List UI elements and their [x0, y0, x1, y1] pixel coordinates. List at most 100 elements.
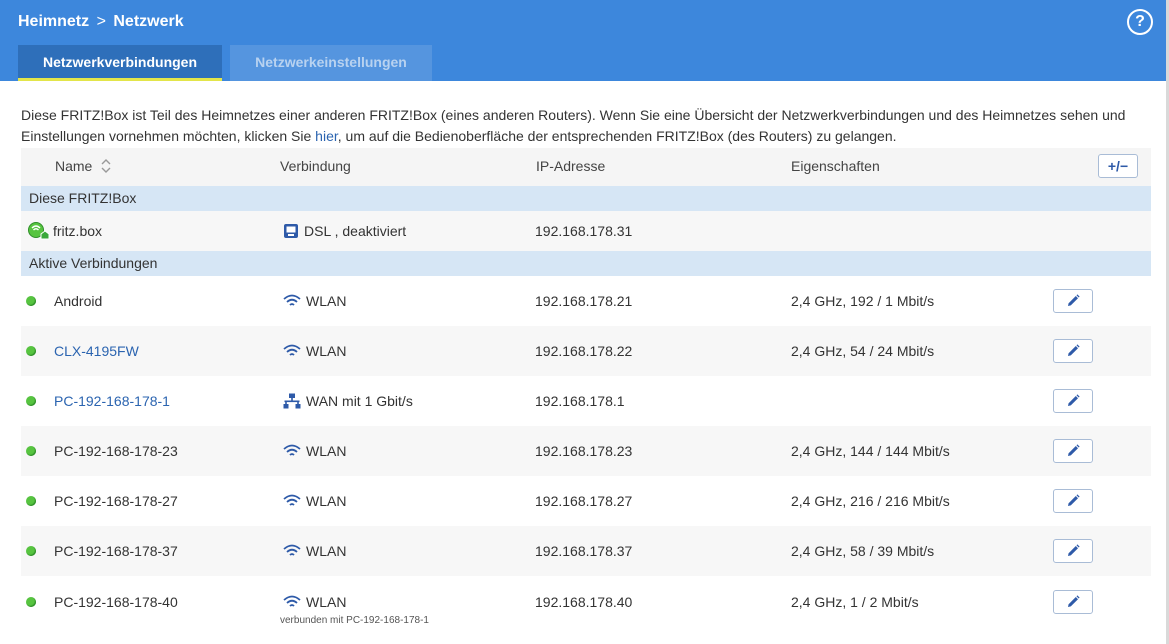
table-row: PC-192-168-178-40 WLAN 192.168.178.40 2,4 G…	[21, 576, 1151, 627]
help-icon[interactable]: ?	[1127, 9, 1153, 35]
online-status-icon	[26, 296, 36, 306]
sort-icon[interactable]	[100, 158, 112, 177]
device-ip: 192.168.178.37	[535, 543, 633, 559]
device-ip: 192.168.178.23	[535, 443, 633, 459]
table-row: PC-192-168-178-23 WLAN 192.168.178.23 2,4 G…	[21, 426, 1151, 476]
device-name: PC-192-168-178-27	[54, 493, 178, 509]
device-connection: WLAN	[283, 476, 346, 526]
status-dot	[26, 326, 40, 376]
device-properties: 2,4 GHz, 192 / 1 Mbit/s	[791, 293, 935, 309]
edit-button[interactable]	[1053, 539, 1093, 563]
table-header: Name Verbindung IP-Adresse Eigenschaften…	[21, 148, 1151, 186]
tab-netzwerkeinstellungen[interactable]: Netzwerkeinstellungen	[230, 45, 432, 81]
device-connection-label: WLAN	[306, 293, 347, 309]
breadcrumb-parent[interactable]: Heimnetz	[18, 13, 89, 30]
device-name[interactable]: PC-192-168-178-1	[54, 376, 170, 426]
device-connection: WLAN	[283, 526, 346, 576]
status-dot	[26, 476, 40, 526]
edit-button[interactable]	[1053, 339, 1093, 363]
online-status-icon	[26, 446, 36, 456]
device-name: Android	[54, 293, 103, 309]
device-properties: 2,4 GHz, 1 / 2 Mbit/s	[791, 593, 919, 610]
pencil-icon	[1065, 543, 1081, 559]
wifi-icon	[283, 494, 301, 508]
column-header-name-label: Name	[55, 158, 93, 175]
pencil-icon	[1065, 594, 1081, 610]
pencil-icon	[1065, 393, 1081, 409]
device-properties: 2,4 GHz, 216 / 216 Mbit/s	[791, 493, 950, 509]
pencil-icon	[1065, 443, 1081, 459]
wifi-icon	[283, 344, 301, 358]
wifi-icon	[283, 595, 301, 609]
device-connection-label: WLAN	[306, 493, 347, 509]
wifi-icon	[283, 544, 301, 558]
edit-cell	[1053, 576, 1093, 627]
column-header-name[interactable]: Name	[55, 158, 112, 177]
dsl-icon	[283, 223, 299, 239]
lan-icon	[283, 393, 301, 409]
device-connection-label: WLAN	[306, 593, 347, 610]
pencil-icon	[1065, 493, 1081, 509]
device-ip: 192.168.178.21	[535, 293, 633, 309]
edit-cell	[1053, 376, 1093, 426]
edit-button[interactable]	[1053, 589, 1093, 614]
table-row: CLX-4195FW WLAN 192.168.178.22 2,4 GHz, 54 …	[21, 326, 1151, 376]
device-connection: WAN mit 1 Gbit/s	[283, 376, 413, 426]
fritzbox-ip: 192.168.178.31	[535, 223, 633, 239]
device-name: PC-192-168-178-40	[54, 593, 178, 610]
device-name[interactable]: CLX-4195FW	[54, 326, 139, 376]
online-status-icon	[26, 546, 36, 556]
fritzbox-icon	[27, 211, 51, 251]
edit-button[interactable]	[1053, 489, 1093, 513]
device-connection: WLAN	[283, 326, 346, 376]
table-row: PC-192-168-178-37 WLAN 192.168.178.37 2,4 G…	[21, 526, 1151, 576]
section-aktive-verbindungen: Aktive Verbindungen	[21, 251, 1151, 276]
header-bar: Heimnetz > Netzwerk ? Netzwerkverbindung…	[0, 0, 1169, 81]
device-note: verbunden mit PC-192-168-178-1	[280, 615, 429, 626]
wifi-icon	[283, 444, 301, 458]
device-connection: WLAN	[283, 426, 346, 476]
device-properties: 2,4 GHz, 144 / 144 Mbit/s	[791, 443, 950, 459]
status-dot	[26, 426, 40, 476]
intro-link-hier[interactable]: hier	[315, 128, 338, 144]
intro-text-after: , um auf die Bedienoberfläche der entspr…	[337, 128, 897, 144]
column-header-ip: IP-Adresse	[536, 158, 606, 174]
status-dot	[26, 526, 40, 576]
edit-cell	[1053, 326, 1093, 376]
edit-cell	[1053, 476, 1093, 526]
fritzbox-name: fritz.box	[53, 223, 103, 239]
intro-text: Diese FRITZ!Box ist Teil des Heimnetzes …	[21, 105, 1161, 147]
edit-button[interactable]	[1053, 389, 1093, 413]
pencil-icon	[1065, 293, 1081, 309]
section-diese-fritzbox: Diese FRITZ!Box	[21, 186, 1151, 211]
status-dot	[26, 576, 40, 627]
device-ip: 192.168.178.22	[535, 343, 633, 359]
breadcrumb: Heimnetz > Netzwerk	[18, 13, 184, 31]
wifi-icon	[283, 294, 301, 308]
fritzbox-connection-label: DSL , deaktiviert	[304, 223, 407, 239]
device-properties: 2,4 GHz, 54 / 24 Mbit/s	[791, 343, 935, 359]
active-rows: Android WLAN 192.168.178.21 2,4 GHz, 192 / …	[21, 276, 1151, 627]
edit-button[interactable]	[1053, 289, 1093, 313]
table-row: PC-192-168-178-1 WAN mit 1 Gbit/s 192.168.…	[21, 376, 1151, 426]
device-connection-label: WLAN	[306, 343, 347, 359]
device-ip: 192.168.178.40	[535, 593, 633, 610]
device-name: PC-192-168-178-23	[54, 443, 178, 459]
status-dot	[26, 376, 40, 426]
edit-cell	[1053, 426, 1093, 476]
status-dot	[26, 276, 40, 326]
device-connection: WLAN	[283, 276, 346, 326]
online-status-icon	[26, 496, 36, 506]
column-toggle-button[interactable]: +/−	[1098, 154, 1138, 178]
device-properties: 2,4 GHz, 58 / 39 Mbit/s	[791, 543, 935, 559]
edit-cell	[1053, 526, 1093, 576]
device-connection-label: WAN mit 1 Gbit/s	[306, 393, 413, 409]
pencil-icon	[1065, 343, 1081, 359]
column-header-eigenschaften: Eigenschaften	[791, 158, 880, 174]
online-status-icon	[26, 396, 36, 406]
device-connection-label: WLAN	[306, 443, 347, 459]
edit-button[interactable]	[1053, 439, 1093, 463]
online-status-icon	[26, 596, 36, 607]
tab-netzwerkverbindungen[interactable]: Netzwerkverbindungen	[18, 45, 222, 81]
device-connection-label: WLAN	[306, 543, 347, 559]
